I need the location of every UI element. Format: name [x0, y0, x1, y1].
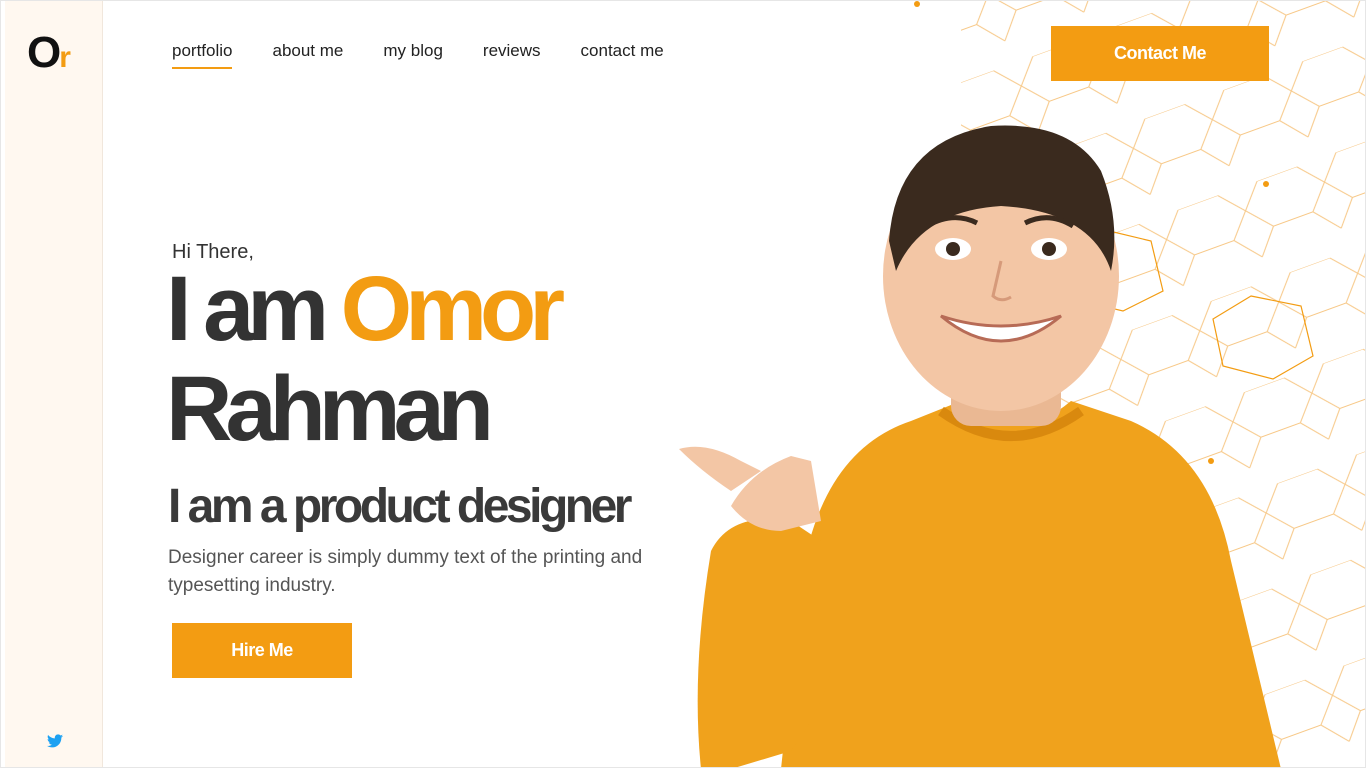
- hire-me-button[interactable]: Hire Me: [172, 623, 352, 678]
- hero-headline-line-1: I am Omor: [166, 263, 565, 355]
- left-sidebar: Or: [5, 1, 103, 767]
- logo-letter-o: O: [27, 28, 61, 77]
- nav-item-contact-me[interactable]: contact me: [581, 41, 664, 69]
- logo[interactable]: Or: [27, 31, 71, 75]
- nav-item-my-blog[interactable]: my blog: [383, 41, 443, 69]
- nav-item-about-me[interactable]: about me: [272, 41, 343, 69]
- hero-first-name: Omor: [340, 258, 565, 360]
- nav-item-reviews[interactable]: reviews: [483, 41, 541, 69]
- logo-letter-r: r: [59, 41, 71, 74]
- nav-item-portfolio[interactable]: portfolio: [172, 41, 233, 69]
- contact-me-button[interactable]: Contact Me: [1051, 26, 1269, 81]
- hero-name-prefix: I am: [166, 258, 329, 360]
- person-illustration: [679, 125, 1281, 767]
- twitter-icon[interactable]: [47, 734, 63, 748]
- hero-subtitle: I am a product designer: [168, 480, 632, 533]
- main-nav: portfolio about me my blog reviews conta…: [172, 41, 664, 69]
- hero-description: Designer career is simply dummy text of …: [168, 547, 643, 596]
- page-frame: Or portfolio about me my blog reviews co…: [0, 0, 1366, 768]
- hero-last-name: Rahman: [166, 358, 494, 460]
